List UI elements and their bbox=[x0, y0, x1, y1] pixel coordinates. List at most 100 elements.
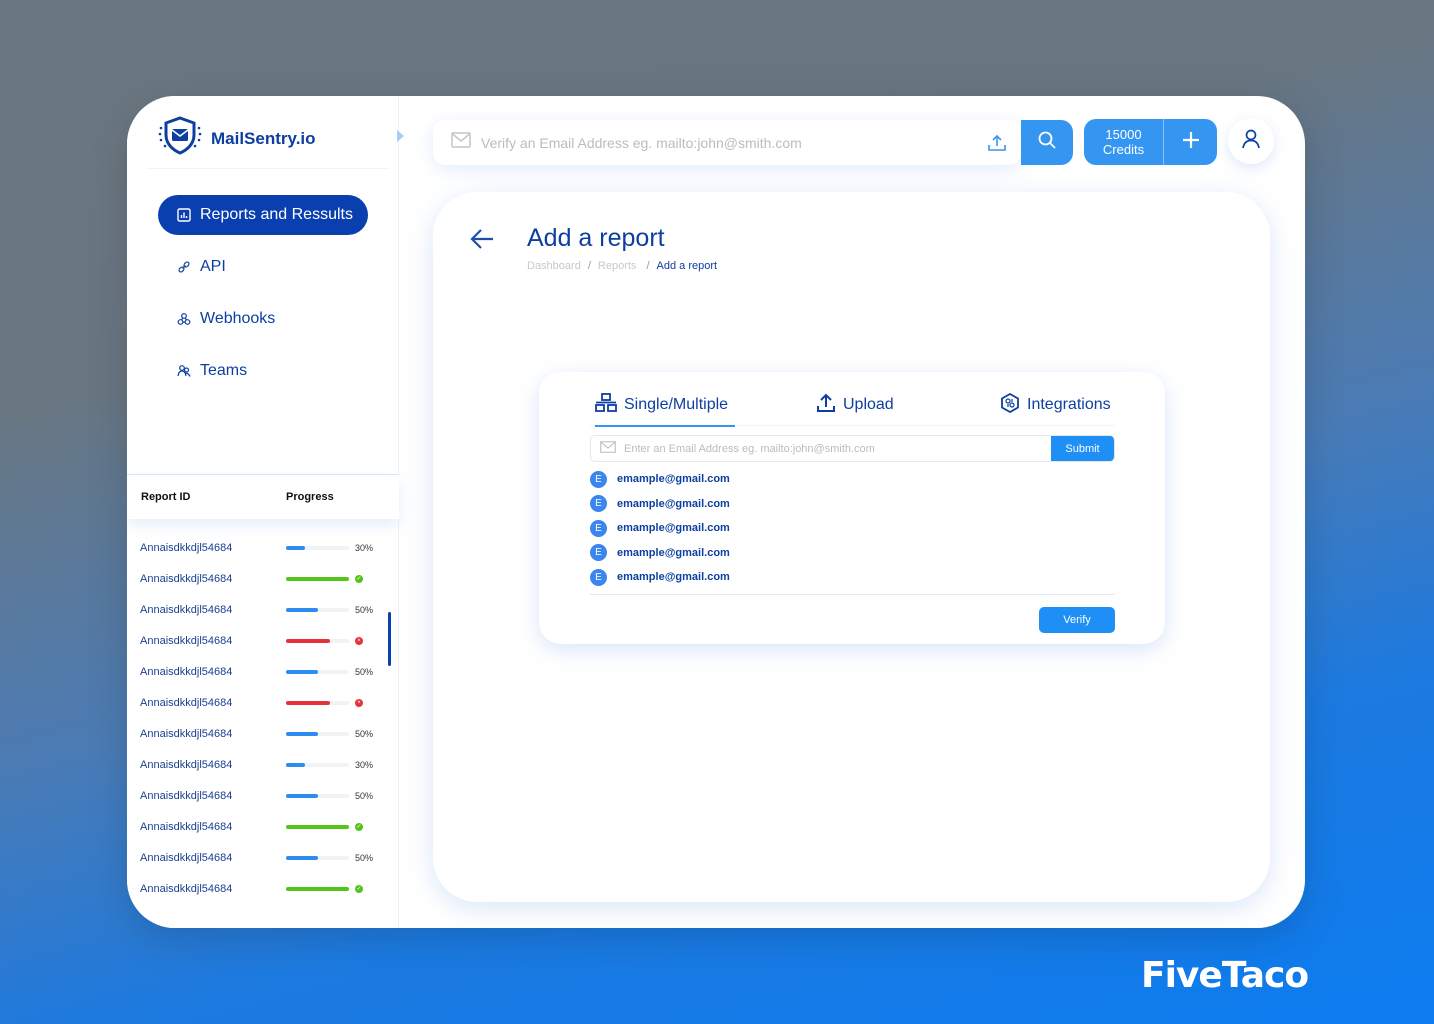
upload-icon bbox=[816, 393, 836, 418]
table-row[interactable]: Annaisdkkdjl54684 50% bbox=[127, 718, 399, 749]
progress-label: 30% bbox=[355, 759, 374, 770]
progress-label: 50% bbox=[355, 852, 374, 863]
error-icon: × bbox=[355, 698, 363, 707]
report-table-body: Annaisdkkdjl54684 30% Annaisdkkdjl54684 … bbox=[127, 532, 399, 904]
progress-fill bbox=[286, 669, 318, 674]
email-badge: E bbox=[590, 568, 607, 586]
tab-label: Integrations bbox=[1027, 396, 1111, 413]
report-id[interactable]: Annaisdkkdjl54684 bbox=[140, 666, 232, 678]
sidebar-item-label: Teams bbox=[200, 362, 248, 379]
column-header-progress[interactable]: Progress bbox=[286, 491, 334, 503]
email-list: E emample@gmail.com E emample@gmail.com … bbox=[590, 467, 1115, 590]
progress-bar bbox=[286, 824, 349, 829]
breadcrumb: Dashboard / Reports / Add a report bbox=[527, 260, 717, 272]
progress-fill bbox=[286, 824, 349, 829]
email-input[interactable] bbox=[624, 442, 1051, 455]
table-row[interactable]: Annaisdkkdjl54684 ✓ bbox=[127, 563, 399, 594]
email-address: emample@gmail.com bbox=[617, 497, 730, 510]
report-id[interactable]: Annaisdkkdjl54684 bbox=[140, 728, 232, 740]
list-item: E emample@gmail.com bbox=[590, 467, 1115, 492]
verify-button[interactable]: Verify bbox=[1039, 607, 1115, 633]
email-badge: E bbox=[590, 495, 607, 513]
breadcrumb-dashboard[interactable]: Dashboard bbox=[527, 260, 581, 272]
progress-fill bbox=[286, 855, 318, 860]
tab-integrations[interactable]: Integrations bbox=[1000, 390, 1111, 426]
brand-watermark: FiveTaco bbox=[1141, 955, 1309, 996]
collapse-sidebar-icon[interactable] bbox=[397, 130, 404, 142]
email-address: emample@gmail.com bbox=[617, 473, 730, 486]
back-arrow-icon[interactable] bbox=[469, 228, 495, 255]
table-row[interactable]: Annaisdkkdjl54684 × bbox=[127, 687, 399, 718]
progress-bar bbox=[286, 545, 349, 550]
table-row[interactable]: Annaisdkkdjl54684 50% bbox=[127, 780, 399, 811]
sidebar-nav: Reports and Ressults API Webhooks Teams bbox=[158, 195, 368, 403]
submit-button[interactable]: Submit bbox=[1051, 436, 1114, 461]
progress-fill bbox=[286, 793, 318, 798]
breadcrumb-separator: / bbox=[643, 260, 650, 272]
report-id[interactable]: Annaisdkkdjl54684 bbox=[140, 759, 232, 771]
check-icon: ✓ bbox=[355, 822, 363, 831]
shield-mail-icon bbox=[157, 116, 203, 161]
user-avatar-button[interactable] bbox=[1228, 118, 1274, 164]
search-button[interactable] bbox=[1021, 120, 1073, 165]
sidebar: MailSentry.io Reports and Ressults API W… bbox=[127, 96, 399, 928]
sidebar-item-webhooks[interactable]: Webhooks bbox=[158, 299, 368, 339]
upload-icon[interactable] bbox=[987, 133, 1007, 158]
list-item: E emample@gmail.com bbox=[590, 541, 1115, 566]
tab-label: Upload bbox=[843, 396, 894, 413]
main-content: Add a report Dashboard / Reports / Add a… bbox=[433, 192, 1270, 902]
report-id[interactable]: Annaisdkkdjl54684 bbox=[140, 821, 232, 833]
email-address: emample@gmail.com bbox=[617, 571, 730, 584]
verify-email-input[interactable] bbox=[481, 134, 961, 151]
add-report-form: Single/Multiple Upload Integrations Ente… bbox=[539, 372, 1165, 644]
email-badge: E bbox=[590, 470, 607, 488]
scrollbar[interactable] bbox=[388, 612, 391, 666]
check-icon: ✓ bbox=[355, 574, 363, 583]
error-icon: × bbox=[355, 636, 363, 645]
user-icon bbox=[1240, 128, 1262, 155]
page-title: Add a report bbox=[527, 224, 665, 252]
report-id[interactable]: Annaisdkkdjl54684 bbox=[140, 883, 232, 895]
report-table-header: Report ID Progress bbox=[127, 475, 399, 519]
column-header-report-id[interactable]: Report ID bbox=[141, 491, 191, 503]
search-icon bbox=[1037, 130, 1057, 155]
report-id[interactable]: Annaisdkkdjl54684 bbox=[140, 790, 232, 802]
progress-fill bbox=[286, 545, 305, 550]
list-item: E emample@gmail.com bbox=[590, 492, 1115, 517]
report-id[interactable]: Annaisdkkdjl54684 bbox=[140, 573, 232, 585]
divider bbox=[147, 168, 389, 169]
sidebar-item-label: API bbox=[200, 258, 226, 275]
table-row[interactable]: Annaisdkkdjl54684 × bbox=[127, 625, 399, 656]
report-id[interactable]: Annaisdkkdjl54684 bbox=[140, 852, 232, 864]
report-id[interactable]: Annaisdkkdjl54684 bbox=[140, 635, 232, 647]
webhook-icon bbox=[177, 312, 191, 326]
table-row[interactable]: Annaisdkkdjl54684 ✓ bbox=[127, 811, 399, 842]
table-row[interactable]: Annaisdkkdjl54684 50% bbox=[127, 594, 399, 625]
breadcrumb-reports[interactable]: Reports bbox=[598, 260, 637, 272]
sidebar-item-reports[interactable]: Reports and Ressults bbox=[158, 195, 368, 235]
report-id[interactable]: Annaisdkkdjl54684 bbox=[140, 542, 232, 554]
table-row[interactable]: Annaisdkkdjl54684 30% bbox=[127, 749, 399, 780]
progress-bar bbox=[286, 576, 349, 581]
tab-upload[interactable]: Upload bbox=[816, 390, 894, 426]
link-icon bbox=[177, 260, 191, 274]
report-id[interactable]: Annaisdkkdjl54684 bbox=[140, 697, 232, 709]
progress-fill bbox=[286, 607, 318, 612]
table-row[interactable]: Annaisdkkdjl54684 50% bbox=[127, 656, 399, 687]
progress-bar bbox=[286, 638, 349, 643]
add-credits-button[interactable] bbox=[1164, 119, 1217, 165]
users-icon bbox=[177, 364, 191, 378]
list-item: E emample@gmail.com bbox=[590, 565, 1115, 590]
list-item: E emample@gmail.com bbox=[590, 516, 1115, 541]
sidebar-item-teams[interactable]: Teams bbox=[158, 351, 368, 391]
table-row[interactable]: Annaisdkkdjl54684 50% bbox=[127, 842, 399, 873]
table-row[interactable]: Annaisdkkdjl54684 30% bbox=[127, 532, 399, 563]
tab-single-multiple[interactable]: Single/Multiple bbox=[595, 390, 735, 427]
logo[interactable]: MailSentry.io bbox=[157, 116, 316, 161]
tab-label: Single/Multiple bbox=[624, 396, 729, 413]
report-id[interactable]: Annaisdkkdjl54684 bbox=[140, 604, 232, 616]
email-badge: E bbox=[590, 519, 607, 537]
sidebar-item-api[interactable]: API bbox=[158, 247, 368, 287]
table-row[interactable]: Annaisdkkdjl54684 ✓ bbox=[127, 873, 399, 904]
breadcrumb-separator: / bbox=[587, 260, 591, 272]
